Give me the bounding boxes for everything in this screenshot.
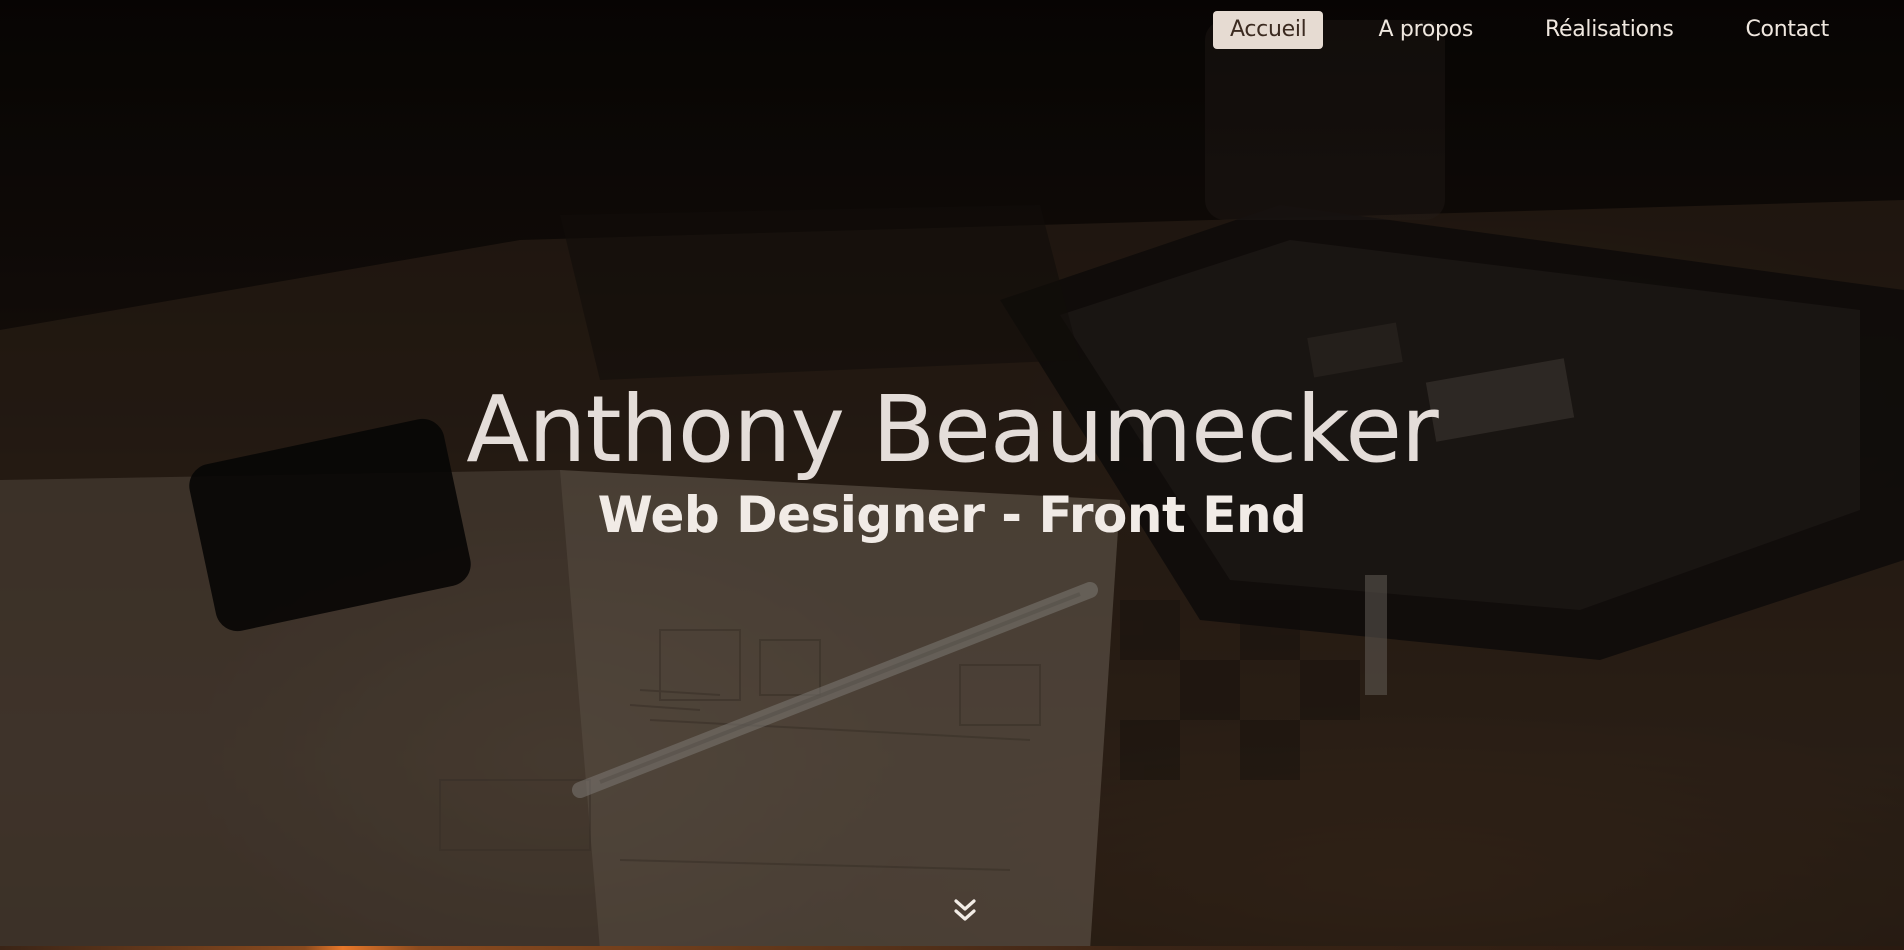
page-title: Anthony Beaumecker [466,376,1439,483]
nav-item-contact[interactable]: Contact [1729,11,1847,49]
hero-title-block: Anthony Beaumecker Web Designer - Front … [0,378,1904,546]
main-nav: Accueil A propos Réalisations Contact [1175,11,1846,49]
bottom-accent-bar [0,946,1904,950]
double-chevron-down-icon[interactable] [950,897,980,927]
nav-item-accueil[interactable]: Accueil [1213,11,1324,49]
page-subtitle: Web Designer - Front End [597,486,1307,544]
hero-section: Accueil A propos Réalisations Contact An… [0,0,1904,950]
nav-item-realisations[interactable]: Réalisations [1528,11,1691,49]
nav-item-a-propos[interactable]: A propos [1361,11,1490,49]
double-chevron-down-icon-svg [954,899,976,921]
